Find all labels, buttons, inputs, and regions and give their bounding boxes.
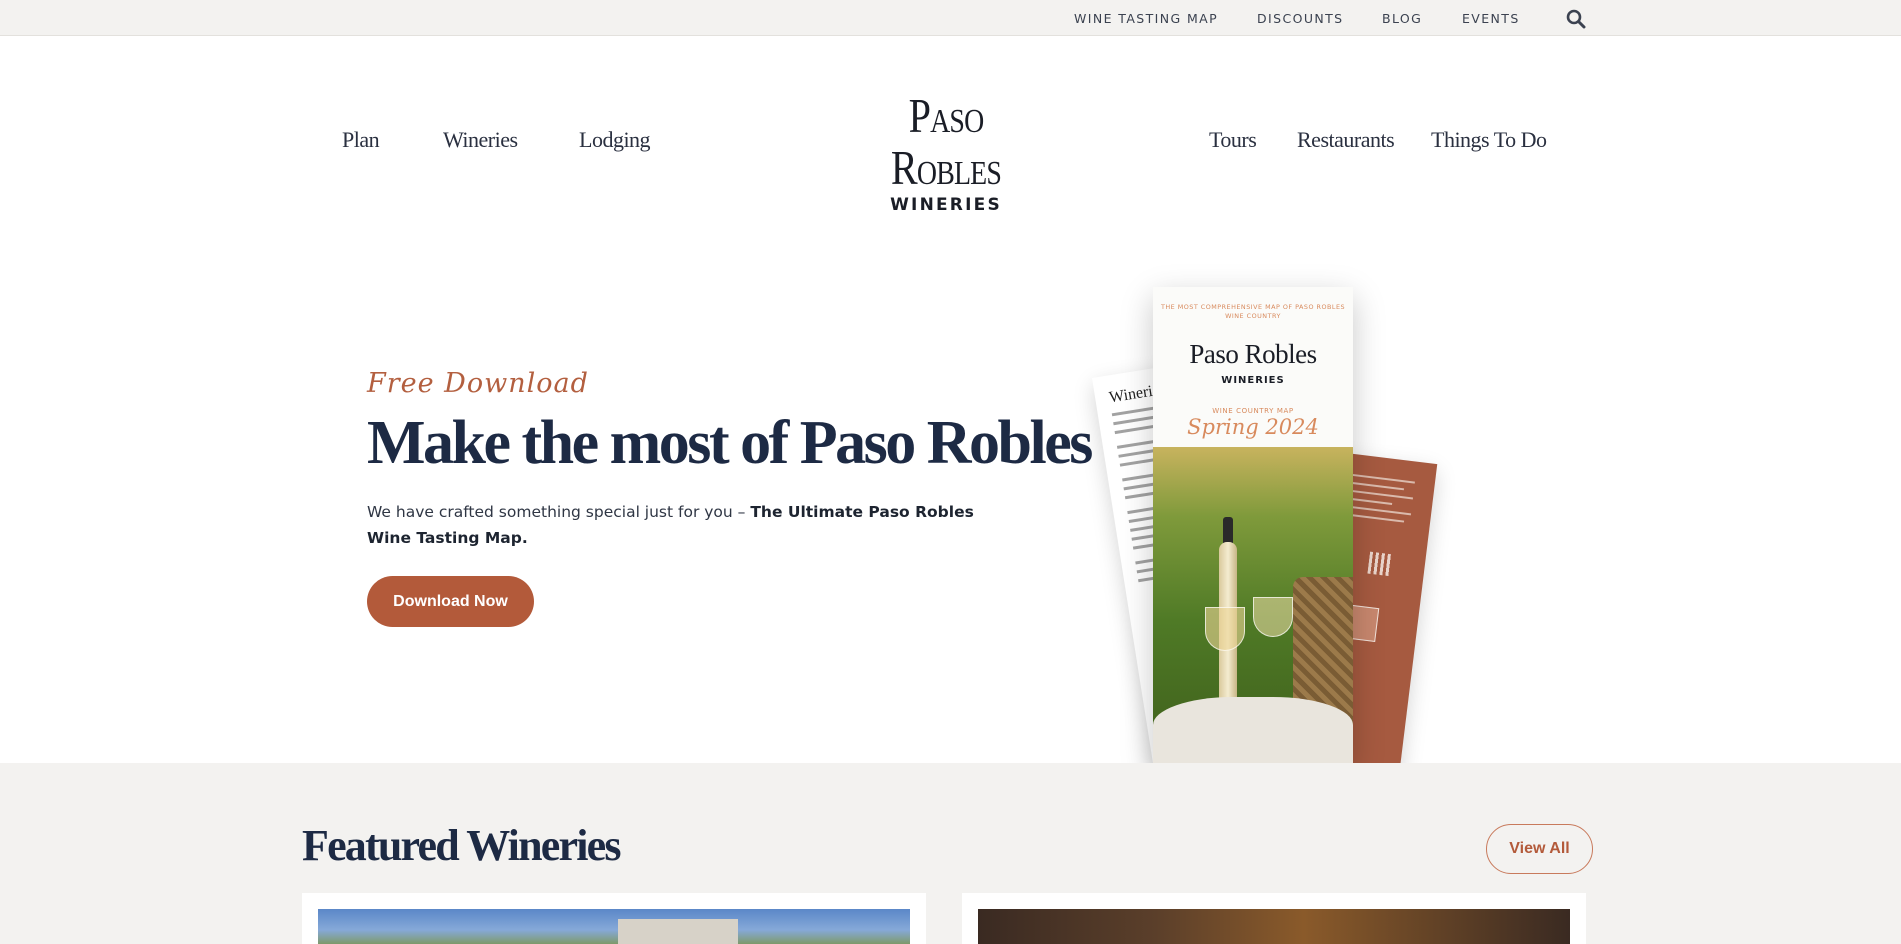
site-logo[interactable]: Paso Robles WINERIES — [830, 88, 1062, 216]
logo-title: Paso Robles — [890, 88, 1002, 195]
winery-card-image[interactable] — [318, 909, 910, 944]
nav-item-plan[interactable]: Plan — [342, 127, 380, 153]
brochure-season: Spring 2024 — [1187, 415, 1319, 439]
winery-card-image[interactable] — [978, 909, 1570, 944]
qr-code-icon — [1367, 551, 1392, 577]
brochure-front-cover: THE MOST COMPREHENSIVE MAP OF PASO ROBLE… — [1153, 287, 1353, 764]
brochure-logo-title: Paso Robles — [1189, 339, 1317, 369]
hero-title: Make the most of Paso Robles — [367, 409, 1093, 477]
nav-item-things-to-do[interactable]: Things To Do — [1431, 127, 1547, 153]
featured-wineries-section — [0, 763, 1901, 944]
nav-item-restaurants[interactable]: Restaurants — [1297, 127, 1395, 153]
nav-item-lodging[interactable]: Lodging — [579, 127, 651, 153]
hero-eyebrow: Free Download — [367, 368, 589, 399]
utility-link-events[interactable]: EVENTS — [1462, 11, 1520, 26]
utility-link-wine-tasting-map[interactable]: WINE TASTING MAP — [1074, 11, 1218, 26]
picnic-wine-photo — [1153, 447, 1353, 764]
logo-subtitle: WINERIES — [890, 195, 1002, 215]
featured-title: Featured Wineries — [302, 821, 622, 870]
utility-link-discounts[interactable]: DISCOUNTS — [1257, 11, 1343, 26]
search-icon[interactable] — [1566, 9, 1586, 29]
utility-bar: WINE TASTING MAP DISCOUNTS BLOG EVENTS — [0, 0, 1901, 36]
winery-card[interactable] — [302, 893, 926, 944]
view-all-button[interactable]: View All — [1486, 824, 1593, 874]
nav-item-wineries[interactable]: Wineries — [443, 127, 518, 153]
hero-description: We have crafted something special just f… — [367, 499, 987, 551]
winery-card[interactable] — [962, 893, 1586, 944]
utility-link-blog[interactable]: BLOG — [1382, 11, 1422, 26]
brochure-map-label: WINE COUNTRY MAP — [1212, 407, 1294, 415]
download-now-button[interactable]: Download Now — [367, 576, 534, 627]
brochure-logo-subtitle: WINERIES — [1221, 375, 1285, 386]
brochure-tagline: THE MOST COMPREHENSIVE MAP OF PASO ROBLE… — [1160, 303, 1346, 320]
hero-description-text: We have crafted something special just f… — [367, 503, 751, 521]
nav-item-tours[interactable]: Tours — [1209, 127, 1257, 153]
